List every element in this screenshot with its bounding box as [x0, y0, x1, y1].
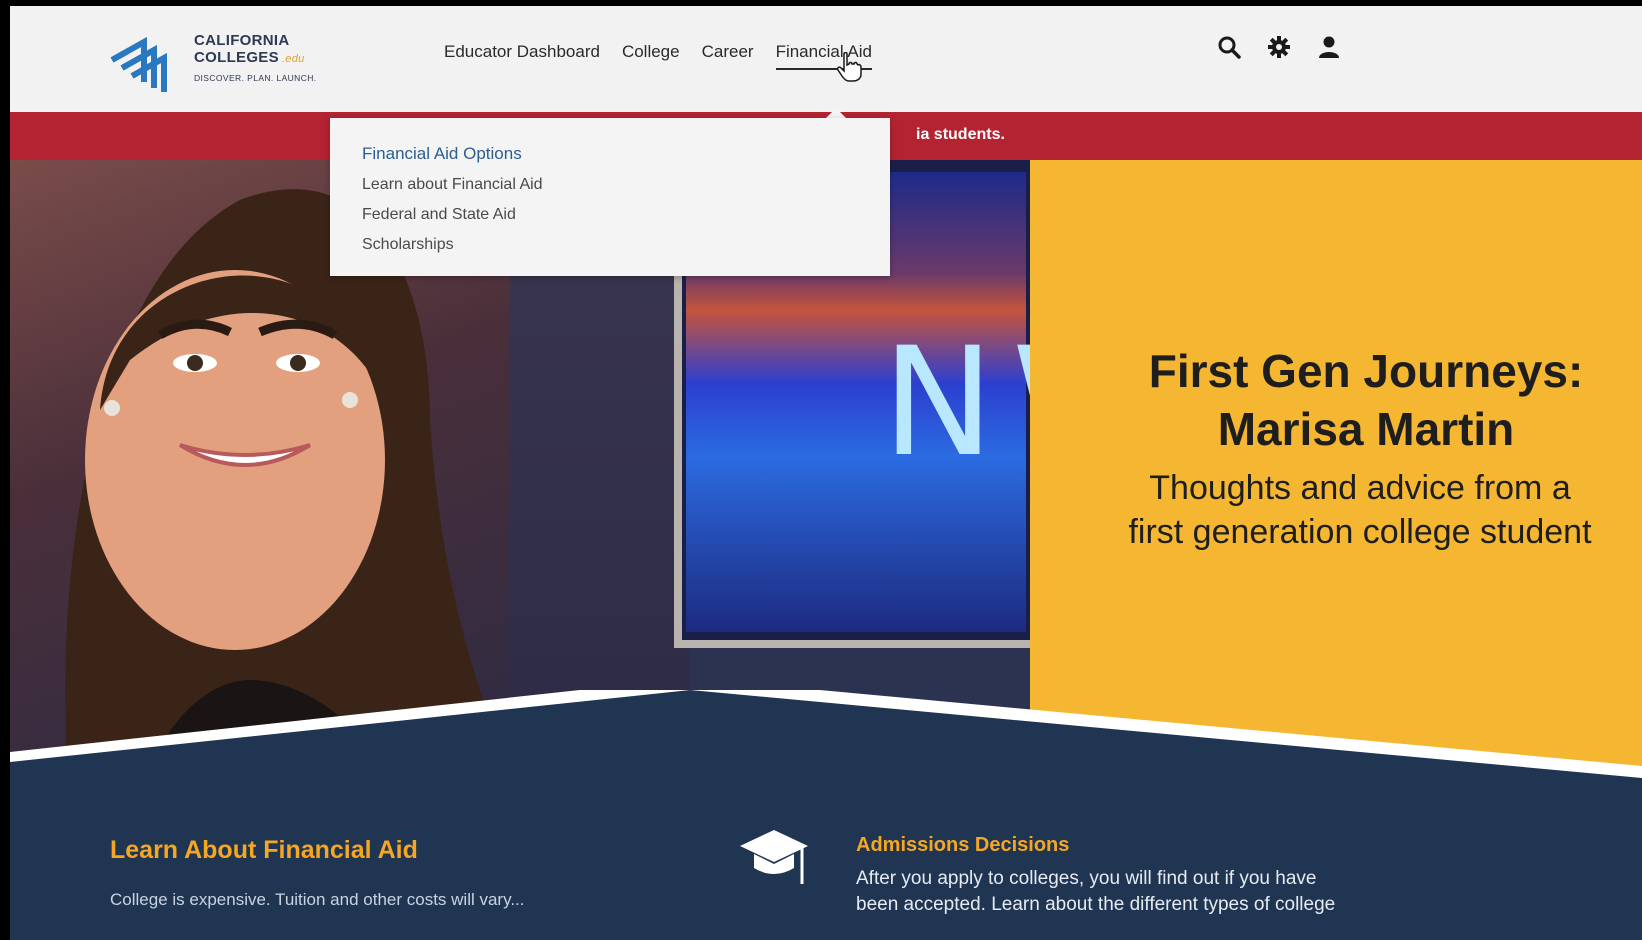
hero-title: First Gen Journeys: Marisa Martin — [1096, 342, 1636, 458]
logo-mark-icon — [110, 36, 167, 92]
gear-icon[interactable] — [1266, 34, 1292, 60]
dropdown-caret — [826, 108, 846, 118]
dropdown-item-scholarships[interactable]: Scholarships — [362, 236, 454, 254]
logo-tagline: DISCOVER. PLAN. LAUNCH. — [194, 73, 317, 83]
header-icons — [1216, 34, 1342, 60]
admissions-decisions-heading[interactable]: Admissions Decisions — [856, 834, 1069, 857]
user-icon[interactable] — [1316, 34, 1342, 60]
hero-title-line-1: First Gen Journeys: — [1148, 345, 1584, 397]
financial-aid-dropdown: Financial Aid Options Learn about Financ… — [330, 118, 890, 276]
logo-text: CALIFORNIA COLLEGES .edu DISCOVER. PLAN. … — [194, 32, 317, 83]
nav-career[interactable]: Career — [702, 42, 754, 70]
browser-screen: CALIFORNIA COLLEGES .edu DISCOVER. PLAN. … — [10, 6, 1642, 940]
site-logo[interactable]: CALIFORNIA COLLEGES .edu DISCOVER. PLAN. … — [108, 28, 318, 100]
learn-financial-aid-heading[interactable]: Learn About Financial Aid — [110, 836, 418, 865]
nav-college[interactable]: College — [622, 42, 680, 70]
dropdown-item-federal-and-state-aid[interactable]: Federal and State Aid — [362, 206, 516, 224]
hero-subtitle: Thoughts and advice from a first generat… — [1060, 466, 1642, 554]
hero-subtitle-line-2: first generation college student — [1128, 513, 1592, 551]
graduation-cap-icon — [740, 830, 808, 884]
main-nav: Educator Dashboard College Career Financ… — [444, 42, 872, 70]
logo-line-1: CALIFORNIA — [194, 32, 290, 49]
learn-financial-aid-text: College is expensive. Tuition and other … — [110, 890, 525, 909]
logo-line-2: COLLEGES .edu — [194, 49, 317, 68]
ribbon-text: ia students. — [916, 126, 1005, 143]
dropdown-item-learn-about-financial-aid[interactable]: Learn about Financial Aid — [362, 176, 543, 194]
site-header: CALIFORNIA COLLEGES .edu DISCOVER. PLAN. … — [10, 6, 1642, 112]
admissions-decisions-text: After you apply to colleges, you will fi… — [856, 868, 1336, 915]
logo-edu: .edu — [281, 53, 305, 65]
hero-subtitle-line-1: Thoughts and advice from a — [1149, 469, 1571, 507]
dropdown-heading-financial-aid-options[interactable]: Financial Aid Options — [362, 144, 522, 164]
nav-educator-dashboard[interactable]: Educator Dashboard — [444, 42, 600, 70]
logo-colleges: COLLEGES — [194, 49, 279, 66]
hand-cursor-icon — [837, 52, 862, 82]
search-icon[interactable] — [1216, 34, 1242, 60]
hero-title-line-2: Marisa Martin — [1217, 403, 1515, 455]
